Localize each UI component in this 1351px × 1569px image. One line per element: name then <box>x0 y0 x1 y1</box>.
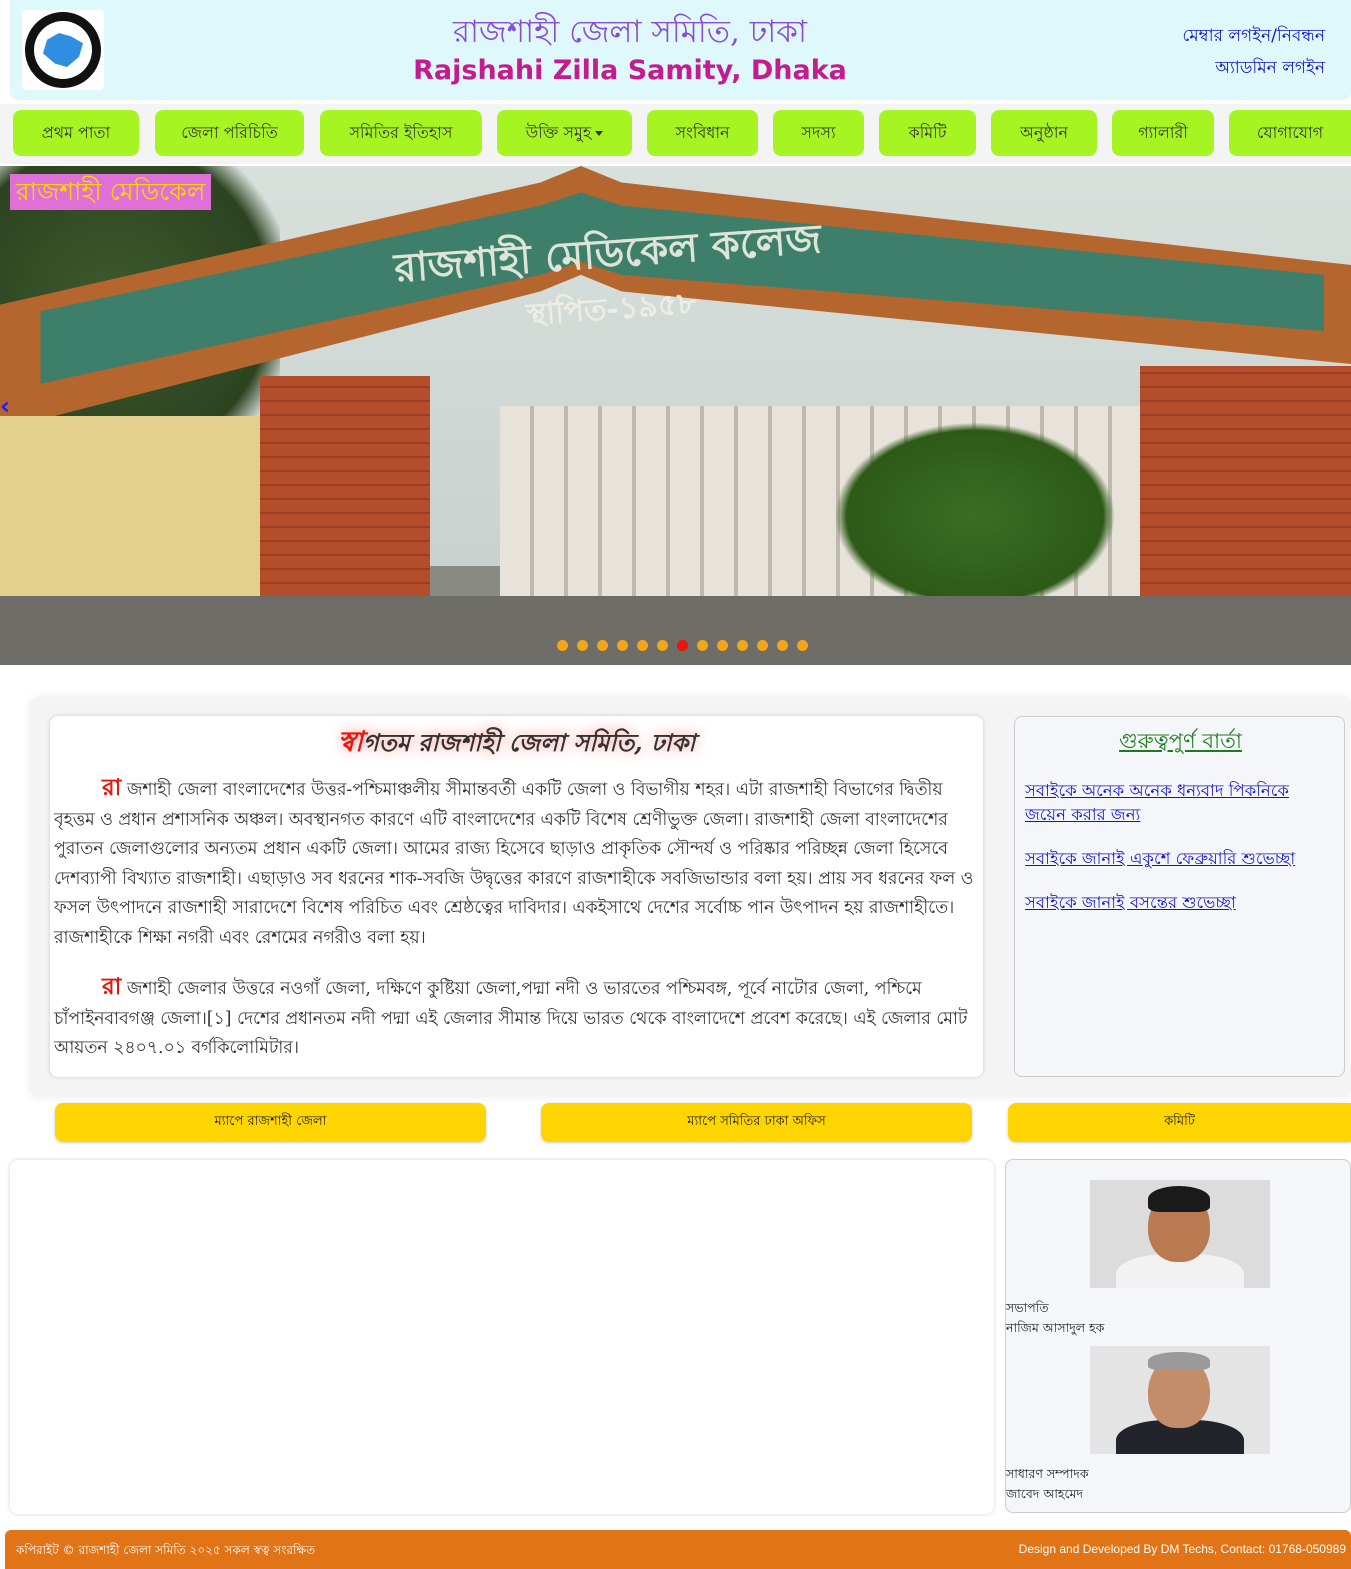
news-list: সবাইকে অনেক অনেক ধন্যবাদ পিকনিকে জয়েন ক… <box>1025 779 1325 935</box>
paragraph-2-text: জশাহী জেলার উত্তরে নওগাঁ জেলা, দক্ষিণে ক… <box>54 979 968 1058</box>
news-item[interactable]: সবাইকে জানাই বসন্তের শুভেচ্ছা <box>1025 891 1325 915</box>
nav-home-label: প্রথম পাতা <box>41 122 111 142</box>
slider-dot[interactable] <box>617 640 628 651</box>
slider-dot[interactable] <box>657 640 668 651</box>
site-header: রাজশাহী জেলা সমিতি, ঢাকা Rajshahi Zilla … <box>10 0 1351 100</box>
member-role: সাধারণ সম্পাদক <box>1006 1466 1089 1481</box>
footer-credit: Design and Developed By DM Techs, Contac… <box>1018 1542 1346 1556</box>
slider-dot[interactable] <box>597 640 608 651</box>
slider-dot[interactable] <box>737 640 748 651</box>
nav-events[interactable]: অনুষ্ঠান <box>991 110 1097 156</box>
welcome-section: স্বাগতম রাজশাহী জেলা সমিতি, ঢাকা রা জশাহ… <box>30 697 1351 1097</box>
welcome-title-rest: গতম রাজশাহী জেলা সমিতি, ঢাকা <box>362 728 696 757</box>
site-title-bengali: রাজশাহী জেলা সমিতি, ঢাকা <box>453 14 807 50</box>
photo-hair <box>1148 1186 1210 1212</box>
welcome-paragraph-2: রা জশাহী জেলার উত্তরে নওগাঁ জেলা, দক্ষিণ… <box>54 972 974 1064</box>
admin-login-link[interactable]: অ্যাডমিন লগইন <box>1182 52 1325 84</box>
caret-down-icon <box>595 130 604 136</box>
member-role: সভাপতি <box>1006 1300 1049 1315</box>
welcome-title-first: স্বা <box>337 725 363 758</box>
member-photo-president <box>1090 1180 1270 1288</box>
nav-district-intro[interactable]: জেলা পরিচিতি <box>155 110 304 156</box>
slider-dot[interactable] <box>577 640 588 651</box>
news-title: গুরুত্বপুর্ণ বার্তা <box>1119 729 1242 753</box>
main-nav: প্রথম পাতা জেলা পরিচিতি সমিতির ইতিহাস উক… <box>0 104 1351 164</box>
nav-gallery-label: গ্যালারী <box>1138 122 1188 142</box>
nav-members[interactable]: সদস্য <box>773 110 864 156</box>
slider-dots <box>557 640 808 651</box>
committee-button[interactable]: কমিটি <box>1008 1103 1351 1142</box>
site-title-english: Rajshahi Zilla Samity, Dhaka <box>413 55 847 86</box>
nav-quotes-dropdown[interactable]: উক্তি সমুহ <box>497 110 632 156</box>
slider-dot[interactable] <box>757 640 768 651</box>
login-links: মেম্বার লগইন/নিবন্ধন অ্যাডমিন লগইন <box>1182 20 1325 84</box>
committee-panel: সভাপতি নাজিম আসাদুল হক সাধারণ সম্পাদক জা… <box>1005 1159 1351 1513</box>
slider-dot[interactable] <box>717 640 728 651</box>
nav-quotes-label: উক্তি সমুহ <box>525 122 592 142</box>
member-login-link[interactable]: মেম্বার লগইন/নিবন্ধন <box>1182 20 1325 52</box>
map-office-button[interactable]: ম্যাপে সমিতির ঢাকা অফিস <box>541 1103 972 1142</box>
welcome-title: স্বাগতম রাজশাহী জেলা সমিতি, ঢাকা <box>50 720 983 767</box>
dropcap-2: রা <box>102 973 122 1000</box>
photo-hair <box>1148 1352 1210 1370</box>
member-photo-secretary <box>1090 1346 1270 1454</box>
nav-constitution-label: সংবিধান <box>675 122 730 142</box>
slide-caption: রাজশাহী মেডিকেল <box>10 174 212 210</box>
slider-prev-arrow-icon[interactable]: ‹ <box>0 392 10 420</box>
slider-dot[interactable] <box>777 640 788 651</box>
nav-home[interactable]: প্রথম পাতা <box>13 110 139 156</box>
dropcap-1: রা <box>102 774 122 801</box>
nav-committee[interactable]: কমিটি <box>879 110 976 156</box>
paragraph-1-text: জশাহী জেলা বাংলাদেশের উত্তর-পশ্চিমাঞ্চলী… <box>54 780 974 948</box>
footer-copyright: কপিরাইট © রাজশাহী জেলা সমিতি ২০২৫ সকল স্… <box>16 1543 316 1557</box>
map-panel[interactable] <box>10 1160 994 1514</box>
member-name: জাবেদ আহমেদ <box>1006 1486 1084 1501</box>
slide-ground <box>0 596 1351 665</box>
slide-trees <box>810 406 1140 626</box>
nav-contact[interactable]: যোগাযোগ <box>1229 110 1351 156</box>
image-slider[interactable]: রাজশাহী মেডিকেল কলেজ স্থাপিত-১৯৫৮ রাজশাহ… <box>0 166 1351 665</box>
slider-dot[interactable] <box>697 640 708 651</box>
slider-dot[interactable] <box>637 640 648 651</box>
news-item[interactable]: সবাইকে অনেক অনেক ধন্যবাদ পিকনিকে জয়েন ক… <box>1025 779 1325 827</box>
nav-contact-label: যোগাযোগ <box>1256 122 1324 142</box>
site-footer: কপিরাইট © রাজশাহী জেলা সমিতি ২০২৫ সকল স্… <box>5 1530 1351 1569</box>
member-name: নাজিম আসাদুল হক <box>1006 1320 1105 1335</box>
page-root: রাজশাহী জেলা সমিতি, ঢাকা Rajshahi Zilla … <box>0 0 1351 1569</box>
slider-dot[interactable] <box>677 640 688 651</box>
nav-events-label: অনুষ্ঠান <box>1019 122 1069 142</box>
slider-dot[interactable] <box>797 640 808 651</box>
nav-district-intro-label: জেলা পরিচিতি <box>181 122 278 142</box>
nav-constitution[interactable]: সংবিধান <box>647 110 758 156</box>
nav-committee-label: কমিটি <box>908 122 947 142</box>
slider-dot[interactable] <box>557 640 568 651</box>
map-district-button[interactable]: ম্যাপে রাজশাহী জেলা <box>55 1103 486 1142</box>
news-item[interactable]: সবাইকে জানাই একুশে ফেব্রুয়ারি শুভেচ্ছা <box>1025 847 1325 871</box>
welcome-card: স্বাগতম রাজশাহী জেলা সমিতি, ঢাকা রা জশাহ… <box>50 716 983 1077</box>
nav-samity-history[interactable]: সমিতির ইতিহাস <box>320 110 482 156</box>
welcome-paragraph-1: রা জশাহী জেলা বাংলাদেশের উত্তর-পশ্চিমাঞ্… <box>54 773 974 953</box>
nav-samity-history-label: সমিতির ইতিহাস <box>349 122 453 142</box>
nav-members-label: সদস্য <box>801 122 836 142</box>
nav-gallery[interactable]: গ্যালারী <box>1112 110 1214 156</box>
important-news-card: গুরুত্বপুর্ণ বার্তা সবাইকে অনেক অনেক ধন্… <box>1014 716 1345 1077</box>
